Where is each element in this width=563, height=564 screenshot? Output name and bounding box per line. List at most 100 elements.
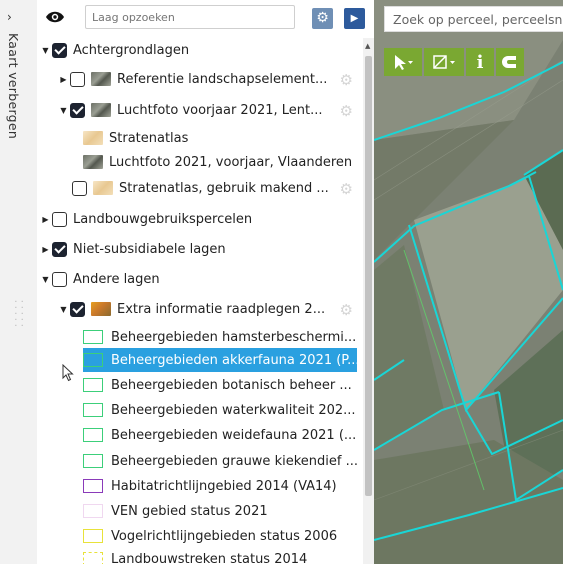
scroll-thumb[interactable] bbox=[365, 56, 372, 496]
apply-button[interactable]: ▶ bbox=[344, 8, 365, 29]
legend-item[interactable]: VEN gebied status 2021 bbox=[83, 499, 361, 523]
layer-checkbox[interactable] bbox=[52, 271, 67, 287]
layer-label: Landbouwgebruikspercelen bbox=[73, 211, 253, 227]
layer-label: Referentie landschapselement... bbox=[117, 71, 328, 87]
legend-item[interactable]: Beheergebieden grauwe kiekendief ... bbox=[83, 449, 361, 473]
legend-label: Beheergebieden akkerfauna 2021 (P... bbox=[111, 352, 360, 368]
layer-label: Luchtfoto 2021, voorjaar, Vlaanderen bbox=[109, 154, 353, 170]
caret-right-icon[interactable]: ▶ bbox=[41, 245, 50, 254]
layer-checkbox[interactable] bbox=[70, 301, 85, 317]
layer-label: Niet-subsidiabele lagen bbox=[73, 241, 226, 257]
layer-group-row[interactable]: ▶ Niet-subsidiabele lagen bbox=[41, 237, 361, 261]
gear-icon[interactable]: ⚙ bbox=[340, 180, 353, 198]
legend-item[interactable]: Beheergebieden hamsterbeschermi... bbox=[83, 325, 361, 349]
layer-row[interactable]: ▶ Referentie landschapselement... ⚙ bbox=[59, 67, 361, 91]
caret-down-icon[interactable]: ▼ bbox=[59, 106, 68, 115]
street-atlas-icon bbox=[83, 131, 103, 145]
layer-label: Stratenatlas, gebruik makend ... bbox=[119, 180, 329, 196]
legend-item[interactable]: Beheergebieden botanisch beheer ... bbox=[83, 373, 361, 397]
legend-label: Beheergebieden botanisch beheer ... bbox=[111, 377, 352, 393]
gear-icon[interactable]: ⚙ bbox=[340, 102, 353, 120]
layer-checkbox[interactable] bbox=[72, 180, 87, 196]
aerial-photo-icon bbox=[91, 72, 111, 86]
gear-icon[interactable]: ⚙ bbox=[340, 301, 353, 319]
legend-item[interactable]: Beheergebieden akkerfauna 2021 (P... bbox=[83, 348, 360, 372]
layer-row[interactable]: Stratenatlas, gebruik makend ... ⚙ bbox=[72, 176, 361, 200]
select-tool-button[interactable] bbox=[384, 48, 422, 76]
eye-icon[interactable] bbox=[45, 11, 65, 23]
legend-label: Vogelrichtlijngebieden status 2006 bbox=[111, 528, 338, 544]
extra-info-icon bbox=[91, 302, 111, 316]
expand-arrow-icon[interactable]: › bbox=[7, 10, 12, 24]
layer-label: Extra informatie raadplegen 2... bbox=[117, 301, 326, 317]
drag-handle-icon[interactable]: · · · · · · · · · · bbox=[13, 298, 25, 336]
caret-down-icon[interactable]: ▼ bbox=[59, 305, 68, 314]
scroll-up-icon[interactable]: ▲ bbox=[365, 42, 370, 50]
measure-tool-button[interactable] bbox=[424, 48, 464, 76]
caret-right-icon[interactable]: ▶ bbox=[41, 215, 50, 224]
legend-item[interactable]: Vogelrichtlijngebieden status 2006 bbox=[83, 524, 361, 548]
legend-item[interactable]: Beheergebieden weidefauna 2021 (... bbox=[83, 423, 361, 447]
legend-swatch bbox=[83, 378, 103, 392]
aerial-photo-icon bbox=[83, 155, 103, 169]
legend-item[interactable]: Habitatrichtlijngebied 2014 (VA14) bbox=[83, 474, 361, 498]
snap-tool-button[interactable] bbox=[496, 48, 524, 76]
layer-settings-button[interactable]: ⚙ bbox=[312, 8, 333, 29]
legend-label: Landbouwstreken status 2014 bbox=[111, 551, 308, 564]
legend-swatch bbox=[83, 504, 103, 518]
map-view[interactable]: Zoek op perceel, perceelsnr i bbox=[374, 0, 563, 564]
legend-swatch bbox=[83, 552, 103, 564]
legend-swatch bbox=[83, 454, 103, 468]
map-toggle-strip[interactable]: › Kaart verbergen · · · · · · · · · · bbox=[0, 0, 38, 564]
gear-icon[interactable]: ⚙ bbox=[340, 71, 353, 89]
hide-map-label[interactable]: Kaart verbergen bbox=[6, 33, 21, 139]
layer-checkbox[interactable] bbox=[52, 42, 67, 58]
layer-search-input[interactable] bbox=[85, 5, 295, 29]
legend-swatch bbox=[83, 479, 103, 493]
layer-tree: ▼ Achtergrondlagen ▶ Referentie landscha… bbox=[37, 38, 363, 564]
gear-icon: ⚙ bbox=[316, 10, 329, 26]
info-tool-button[interactable]: i bbox=[466, 48, 494, 76]
legend-swatch bbox=[83, 330, 103, 344]
layer-label: Andere lagen bbox=[73, 271, 160, 287]
legend-item[interactable]: Beheergebieden waterkwaliteit 202... bbox=[83, 398, 361, 422]
select-arrow-icon bbox=[395, 55, 413, 70]
layer-group-row[interactable]: ▼ Achtergrondlagen bbox=[41, 38, 361, 62]
legend-label: Beheergebieden hamsterbeschermi... bbox=[111, 329, 357, 345]
layer-checkbox[interactable] bbox=[70, 102, 85, 118]
layer-label: Achtergrondlagen bbox=[73, 42, 190, 58]
magnet-icon bbox=[502, 56, 516, 68]
legend-item[interactable]: Landbouwstreken status 2014 bbox=[83, 547, 361, 564]
legend-label: VEN gebied status 2021 bbox=[111, 503, 268, 519]
caret-down-icon[interactable]: ▼ bbox=[41, 275, 50, 284]
layer-panel: ⚙ ▶ ▼ Achtergrondlagen ▶ Referentie land… bbox=[37, 0, 374, 564]
legend-swatch bbox=[83, 353, 103, 367]
layer-checkbox[interactable] bbox=[52, 211, 67, 227]
parcel-search-input[interactable]: Zoek op perceel, perceelsnr bbox=[384, 6, 563, 32]
layer-row[interactable]: ▼ Luchtfoto voorjaar 2021, Lent... ⚙ bbox=[59, 98, 361, 122]
aerial-map[interactable] bbox=[374, 0, 563, 564]
layer-toolbar: ⚙ ▶ bbox=[37, 0, 374, 38]
layer-group-row[interactable]: ▶ Landbouwgebruikspercelen bbox=[41, 207, 361, 231]
layer-scrollbar[interactable]: ▲ bbox=[363, 38, 374, 564]
aerial-photo-icon bbox=[91, 103, 111, 117]
layer-row[interactable]: ▼ Extra informatie raadplegen 2... ⚙ bbox=[59, 297, 361, 321]
layer-checkbox[interactable] bbox=[52, 241, 67, 257]
measure-icon bbox=[433, 55, 455, 69]
caret-right-icon[interactable]: ▶ bbox=[59, 75, 68, 84]
sublayer-row[interactable]: Luchtfoto 2021, voorjaar, Vlaanderen bbox=[83, 150, 361, 174]
legend-swatch bbox=[83, 403, 103, 417]
caret-down-icon[interactable]: ▼ bbox=[41, 46, 50, 55]
legend-label: Beheergebieden weidefauna 2021 (... bbox=[111, 427, 357, 443]
sublayer-row[interactable]: Stratenatlas bbox=[83, 126, 361, 150]
layer-group-row[interactable]: ▼ Andere lagen bbox=[41, 267, 361, 291]
legend-label: Beheergebieden grauwe kiekendief ... bbox=[111, 453, 358, 469]
legend-swatch bbox=[83, 428, 103, 442]
map-toolbar: i bbox=[384, 48, 524, 76]
layer-label: Luchtfoto voorjaar 2021, Lent... bbox=[117, 102, 323, 118]
legend-swatch bbox=[83, 529, 103, 543]
layer-label: Stratenatlas bbox=[109, 130, 189, 146]
legend-label: Habitatrichtlijngebied 2014 (VA14) bbox=[111, 478, 337, 494]
legend-label: Beheergebieden waterkwaliteit 202... bbox=[111, 402, 356, 418]
layer-checkbox[interactable] bbox=[70, 71, 85, 87]
